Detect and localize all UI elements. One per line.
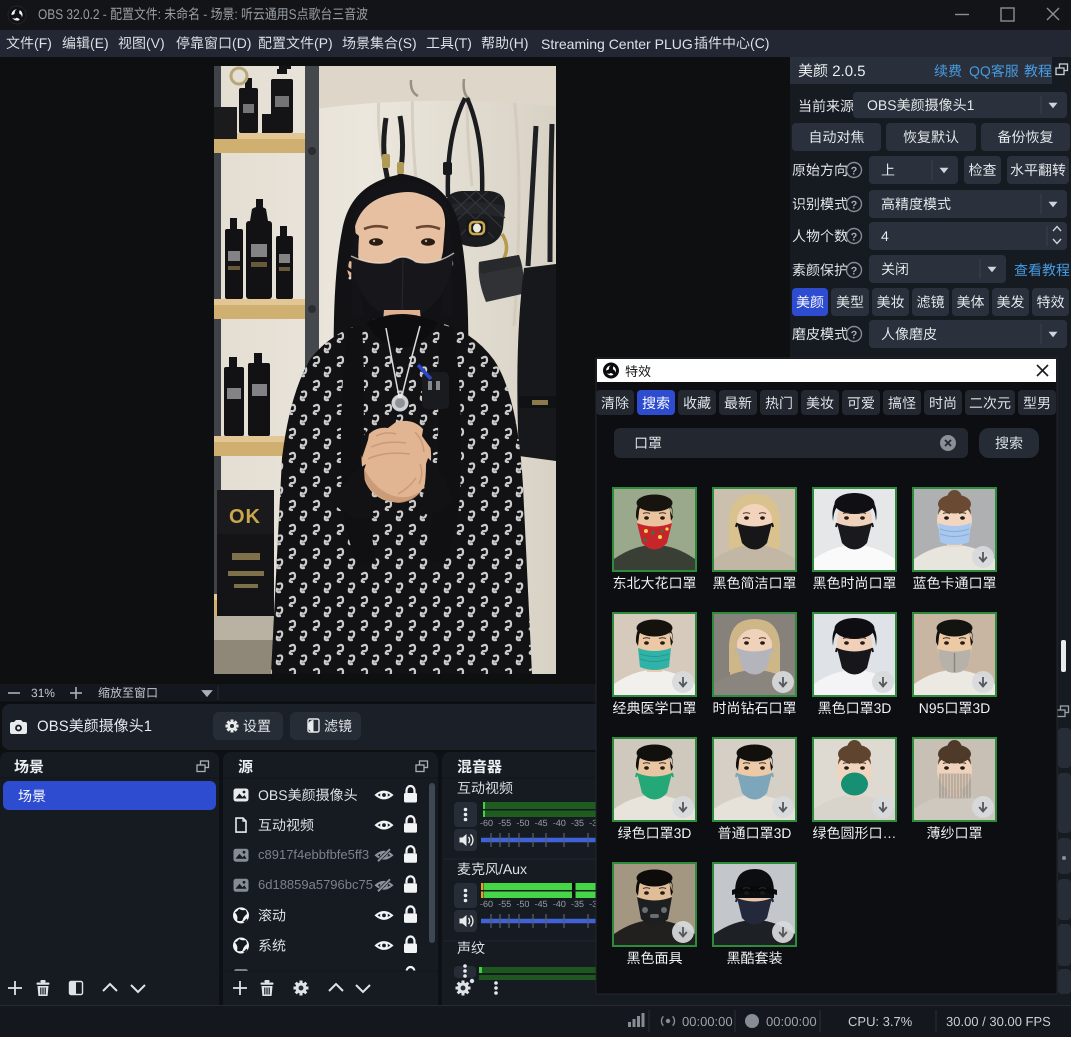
svg-text:OK: OK xyxy=(229,506,261,528)
